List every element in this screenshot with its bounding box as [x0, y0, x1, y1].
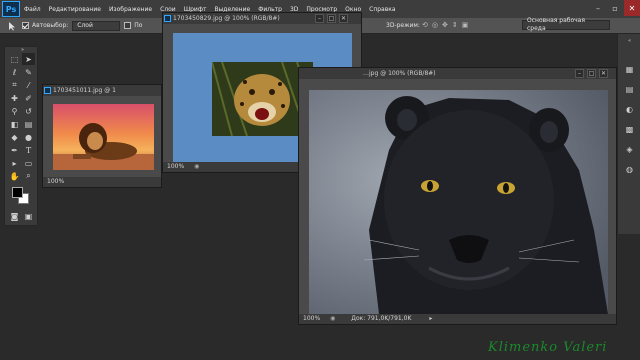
minimize-document-button[interactable]: –	[575, 69, 584, 78]
quick-mask-icon[interactable]: ◙	[8, 210, 21, 222]
menu-help[interactable]: Справка	[365, 6, 399, 13]
type-tool-icon[interactable]: T	[22, 144, 35, 156]
3d-drag-icon[interactable]: ✥	[442, 21, 448, 29]
document-title-panther: …jpg @ 100% (RGB/8#)	[363, 70, 436, 77]
zoom-level-lion[interactable]: 100%	[47, 178, 64, 185]
maximize-document-button[interactable]: □	[587, 69, 596, 78]
panther-photo	[309, 90, 608, 314]
status-info-icon[interactable]: ◉	[194, 163, 199, 170]
gradient-tool-icon[interactable]: ▤	[22, 118, 35, 130]
pen-tool-icon[interactable]: ✒	[8, 144, 21, 156]
restore-button[interactable]: ▫	[607, 0, 623, 16]
3d-mode-icons: ⟲ ◎ ✥ ⇕ ▣	[422, 21, 468, 29]
close-document-button[interactable]: ✕	[339, 14, 348, 23]
show-transform-controls-checkbox[interactable]	[124, 22, 132, 29]
document-window-panther[interactable]: …jpg @ 100% (RGB/8#) – □ ✕ 100% ◉ Док: 7…	[298, 67, 617, 325]
status-bar-lion: 100%	[43, 177, 161, 187]
3d-mode-label: 3D-режим:	[386, 22, 420, 29]
marquee-tool-icon[interactable]: ⬚	[8, 53, 21, 65]
hand-tool-icon[interactable]: ✋	[8, 170, 21, 182]
ps-document-icon	[44, 87, 51, 94]
watermark-text: Klimenko Valeri	[488, 340, 608, 355]
swatches-panel-icon[interactable]: ▩	[624, 124, 635, 135]
status-bar-panther: 100% ◉ Док: 791,0K/791,0K ▸	[299, 314, 616, 324]
channels-panel-icon[interactable]: ◍	[624, 164, 635, 175]
move-tool-icon[interactable]: ➤	[22, 53, 35, 65]
minimize-button[interactable]: –	[590, 0, 606, 16]
lion-photo	[53, 104, 154, 170]
menu-file[interactable]: Файл	[20, 6, 45, 13]
3d-slide-icon[interactable]: ⇕	[452, 21, 458, 29]
canvas-lion[interactable]	[53, 104, 154, 170]
minimize-document-button[interactable]: –	[315, 14, 324, 23]
brush-tool-icon[interactable]: ✐	[22, 92, 35, 104]
quick-select-tool-icon[interactable]: ✎	[22, 66, 35, 78]
crop-tool-icon[interactable]: ⌗	[8, 79, 21, 91]
canvas-panther[interactable]	[309, 90, 608, 314]
eraser-tool-icon[interactable]: ◧	[8, 118, 21, 130]
lasso-tool-icon[interactable]: ℓ	[8, 66, 21, 78]
zoom-level-leopard[interactable]: 100%	[167, 163, 184, 170]
menu-image[interactable]: Изображение	[105, 6, 156, 13]
blur-tool-icon[interactable]: ◆	[8, 131, 21, 143]
status-info-icon[interactable]: ◉	[330, 315, 335, 322]
document-window-lion[interactable]: 1703451011.jpg @ 1 100%	[42, 84, 162, 188]
menu-edit[interactable]: Редактирование	[45, 6, 105, 13]
panel-dock: « ▦ ▤ ◐ ▩ ◈ ◍	[617, 34, 640, 234]
history-panel-icon[interactable]: ▦	[624, 64, 635, 75]
window-controls: – ▫ ✕	[589, 0, 640, 18]
close-document-button[interactable]: ✕	[599, 69, 608, 78]
3d-roll-icon[interactable]: ◎	[432, 21, 438, 29]
dodge-tool-icon[interactable]: ●	[22, 131, 35, 143]
move-tool-preset[interactable]	[6, 21, 18, 31]
document-title-leopard: 1703450829.jpg @ 100% (RGB/8#)	[173, 15, 280, 22]
foreground-color-swatch[interactable]	[12, 187, 23, 198]
maximize-document-button[interactable]: □	[327, 14, 336, 23]
collapse-panels-icon[interactable]: «	[624, 36, 635, 47]
history-brush-tool-icon[interactable]: ↺	[22, 105, 35, 117]
document-title-lion: 1703451011.jpg @ 1	[53, 87, 116, 94]
zoom-tool-icon[interactable]: ⌕	[22, 170, 35, 182]
auto-select-label: Автовыбор:	[32, 22, 69, 29]
shape-tool-icon[interactable]: ▭	[22, 157, 35, 169]
path-select-tool-icon[interactable]: ▸	[8, 157, 21, 169]
document-size-info: Док: 791,0K/791,0K	[351, 315, 412, 322]
color-panel-icon[interactable]: ◐	[624, 104, 635, 115]
properties-panel-icon[interactable]: ▤	[624, 84, 635, 95]
move-tool-icon	[9, 21, 15, 30]
auto-select-dropdown[interactable]: Слой	[72, 20, 121, 31]
photoshop-logo: Ps	[2, 1, 20, 17]
healing-brush-tool-icon[interactable]: ✚	[8, 92, 21, 104]
3d-rotate-icon[interactable]: ⟲	[422, 21, 428, 29]
3d-scale-icon[interactable]: ▣	[462, 21, 469, 29]
show-transform-controls-label: По	[134, 22, 143, 29]
close-button[interactable]: ✕	[624, 0, 640, 16]
screen-mode-icon[interactable]: ▣	[22, 210, 35, 222]
zoom-level-panther[interactable]: 100%	[303, 315, 320, 322]
workspace-dropdown[interactable]: Основная рабочая среда	[522, 17, 610, 32]
document-tab-panther[interactable]: …jpg @ 100% (RGB/8#)	[299, 68, 616, 79]
clone-stamp-tool-icon[interactable]: ⚲	[8, 105, 21, 117]
ps-document-icon	[164, 15, 171, 22]
status-menu-arrow-icon[interactable]: ▸	[429, 315, 432, 322]
layers-panel-icon[interactable]: ◈	[624, 144, 635, 155]
toolbox: » ➤ ⬚ ℓ ✎ ⌗ ⁄ ✚ ✐ ⚲ ↺ ◧ ▤ ◆ ● ✒ T ▸ ▭ ✋ …	[4, 46, 38, 226]
auto-select-checkbox[interactable]	[22, 22, 29, 29]
eyedropper-tool-icon[interactable]: ⁄	[22, 79, 35, 91]
document-tab-lion[interactable]: 1703451011.jpg @ 1	[43, 85, 161, 96]
